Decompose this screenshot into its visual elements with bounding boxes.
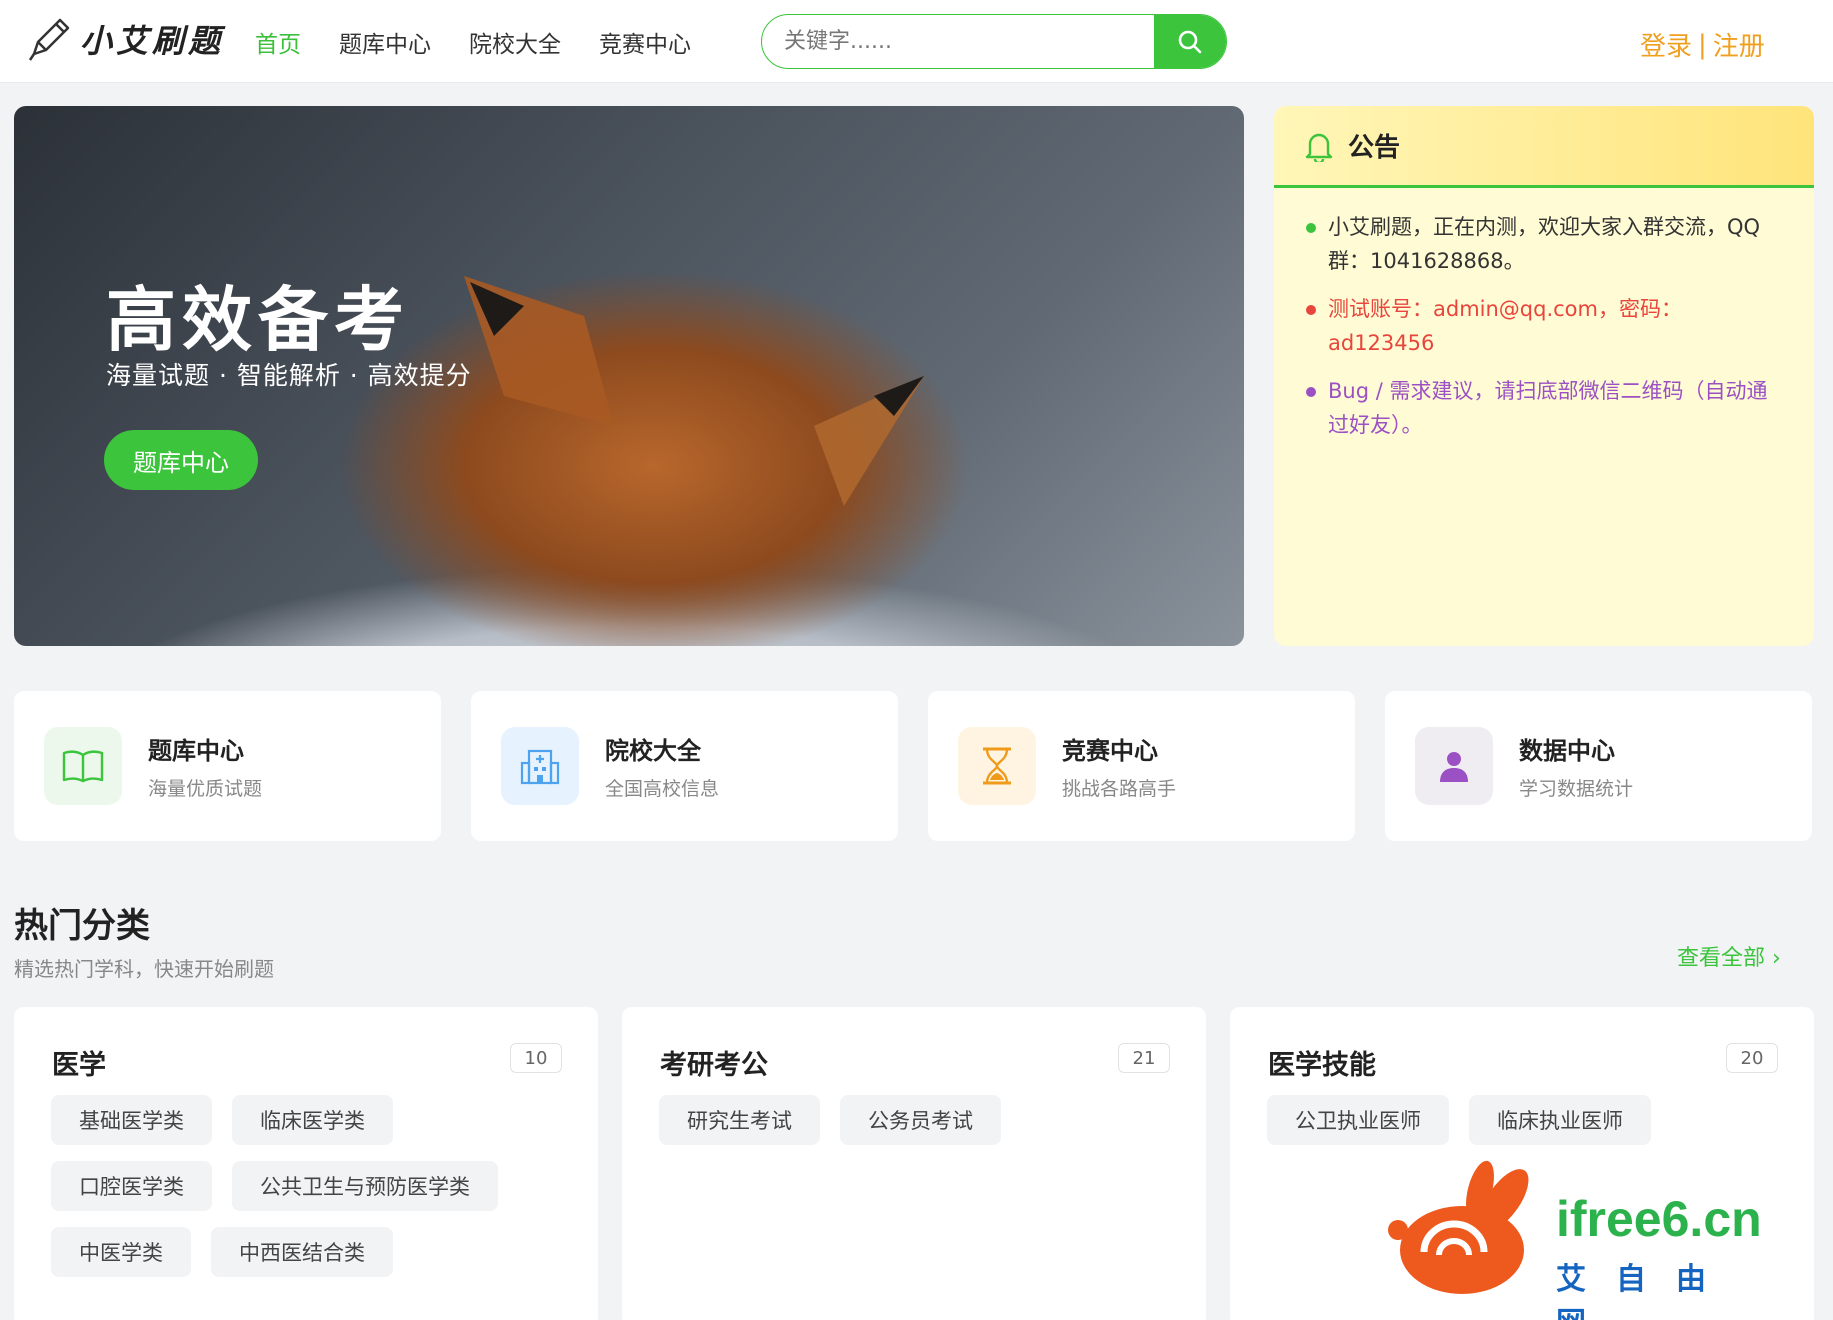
nav-schools[interactable]: 院校大全: [469, 25, 561, 59]
search-input[interactable]: [762, 15, 1154, 68]
hot-categories-title: 热门分类: [14, 906, 150, 946]
search-bar: [761, 14, 1227, 69]
nav-competition[interactable]: 竞赛中心: [599, 25, 691, 59]
category-count-badge: 10: [510, 1043, 562, 1073]
bell-icon: [1305, 133, 1333, 162]
category-tag[interactable]: 公共卫生与预防医学类: [232, 1161, 498, 1211]
rabbit-logo-icon: [1388, 1160, 1529, 1294]
book-icon: [44, 727, 122, 805]
main-nav: 首页 题库中心 院校大全 竞赛中心: [255, 22, 691, 62]
logo-text: 小艾刷题: [80, 22, 225, 60]
bullet-dot-icon: [1306, 387, 1316, 397]
category-count-badge: 21: [1118, 1043, 1170, 1073]
search-button[interactable]: [1154, 15, 1226, 68]
notice-title: 公告: [1348, 133, 1401, 163]
category-tag[interactable]: 临床执业医师: [1469, 1095, 1651, 1145]
category-tag[interactable]: 基础医学类: [51, 1095, 212, 1145]
category-tags: 基础医学类 临床医学类 口腔医学类 公共卫生与预防医学类 中医学类 中西医结合类: [51, 1095, 571, 1277]
bullet-dot-icon: [1306, 305, 1316, 315]
nav-home[interactable]: 首页: [255, 25, 301, 59]
category-tag[interactable]: 口腔医学类: [51, 1161, 212, 1211]
nav-question-bank[interactable]: 题库中心: [339, 25, 431, 59]
category-tag[interactable]: 研究生考试: [659, 1095, 820, 1145]
category-count-badge: 20: [1726, 1043, 1778, 1073]
feature-title: 题库中心: [148, 737, 244, 765]
watermark-cn: 艾自由网: [1556, 1262, 1736, 1320]
feature-subtitle: 海量优质试题: [148, 778, 263, 800]
fox-image: [464, 276, 614, 426]
pencil-icon: [28, 18, 70, 61]
bullet-dot-icon: [1306, 223, 1316, 233]
notice-item: 小艾刷题，正在内测，欢迎大家入群交流，QQ群：1041628868。: [1304, 210, 1784, 278]
feature-title: 数据中心: [1519, 737, 1615, 765]
feature-cards: 题库中心 海量优质试题 院校大全 全国高校信息 竞赛中心 挑战各路高手 数据中心…: [14, 691, 1814, 841]
category-tag[interactable]: 公卫执业医师: [1267, 1095, 1449, 1145]
notice-panel: 公告 小艾刷题，正在内测，欢迎大家入群交流，QQ群：1041628868。 测试账…: [1274, 106, 1814, 646]
feature-subtitle: 全国高校信息: [605, 778, 720, 800]
category-card-exams: 考研考公 21 研究生考试 公务员考试: [622, 1007, 1206, 1320]
auth-links: 登录 | 注册: [1640, 26, 1765, 63]
watermark: ifree6.cn 艾自由网: [1384, 1160, 1784, 1320]
feature-title: 竞赛中心: [1062, 737, 1158, 765]
hot-categories-subtitle: 精选热门学科，快速开始刷题: [14, 957, 274, 981]
category-tag[interactable]: 临床医学类: [232, 1095, 393, 1145]
hero-subtitle: 海量试题 · 智能解析 · 高效提分: [106, 361, 472, 390]
watermark-domain: ifree6.cn: [1556, 1191, 1762, 1247]
auth-separator: |: [1698, 29, 1707, 60]
search-icon: [1178, 30, 1202, 53]
user-icon: [1415, 727, 1493, 805]
category-name: 医学技能: [1268, 1050, 1376, 1081]
feature-title: 院校大全: [605, 737, 701, 765]
hero-question-bank-button[interactable]: 题库中心: [104, 430, 258, 490]
hourglass-icon: [958, 727, 1036, 805]
notice-text: 小艾刷题，正在内测，欢迎大家入群交流，QQ群：1041628868。: [1328, 215, 1761, 273]
notice-header: 公告: [1274, 106, 1814, 188]
notice-text: 测试账号：admin@qq.com，密码：ad123456: [1328, 297, 1682, 355]
category-name: 考研考公: [660, 1050, 768, 1081]
feature-subtitle: 挑战各路高手: [1062, 778, 1177, 800]
building-icon: [501, 727, 579, 805]
feature-schools[interactable]: 院校大全 全国高校信息: [471, 691, 898, 841]
hero-title: 高效备考: [106, 279, 410, 361]
feature-subtitle: 学习数据统计: [1519, 778, 1634, 800]
feature-question-bank[interactable]: 题库中心 海量优质试题: [14, 691, 441, 841]
category-name: 医学: [52, 1050, 106, 1081]
notice-item: 测试账号：admin@qq.com，密码：ad123456: [1304, 292, 1784, 360]
register-link[interactable]: 注册: [1713, 26, 1765, 63]
category-tag[interactable]: 中西医结合类: [211, 1227, 393, 1277]
category-tags: 研究生考试 公务员考试: [659, 1095, 1179, 1145]
fox-ear-image: [814, 376, 924, 506]
view-all-link[interactable]: 查看全部 ›: [1677, 940, 1781, 972]
feature-competition[interactable]: 竞赛中心 挑战各路高手: [928, 691, 1355, 841]
feature-data-center[interactable]: 数据中心 学习数据统计: [1385, 691, 1812, 841]
logo[interactable]: 小艾刷题: [26, 14, 224, 64]
notice-list: 小艾刷题，正在内测，欢迎大家入群交流，QQ群：1041628868。 测试账号：a…: [1274, 188, 1814, 442]
notice-item: Bug / 需求建议，请扫底部微信二维码（自动通过好友）。: [1304, 374, 1784, 442]
top-header: 小艾刷题 首页 题库中心 院校大全 竞赛中心 登录 | 注册: [0, 0, 1833, 83]
category-tags: 公卫执业医师 临床执业医师: [1267, 1095, 1787, 1145]
login-link[interactable]: 登录: [1640, 26, 1692, 63]
category-tag[interactable]: 公务员考试: [840, 1095, 1001, 1145]
category-tag[interactable]: 中医学类: [51, 1227, 191, 1277]
category-card-medicine: 医学 10 基础医学类 临床医学类 口腔医学类 公共卫生与预防医学类 中医学类 …: [14, 1007, 598, 1320]
hero-banner: 高效备考 海量试题 · 智能解析 · 高效提分 题库中心: [14, 106, 1244, 646]
notice-text: Bug / 需求建议，请扫底部微信二维码（自动通过好友）。: [1328, 379, 1768, 437]
